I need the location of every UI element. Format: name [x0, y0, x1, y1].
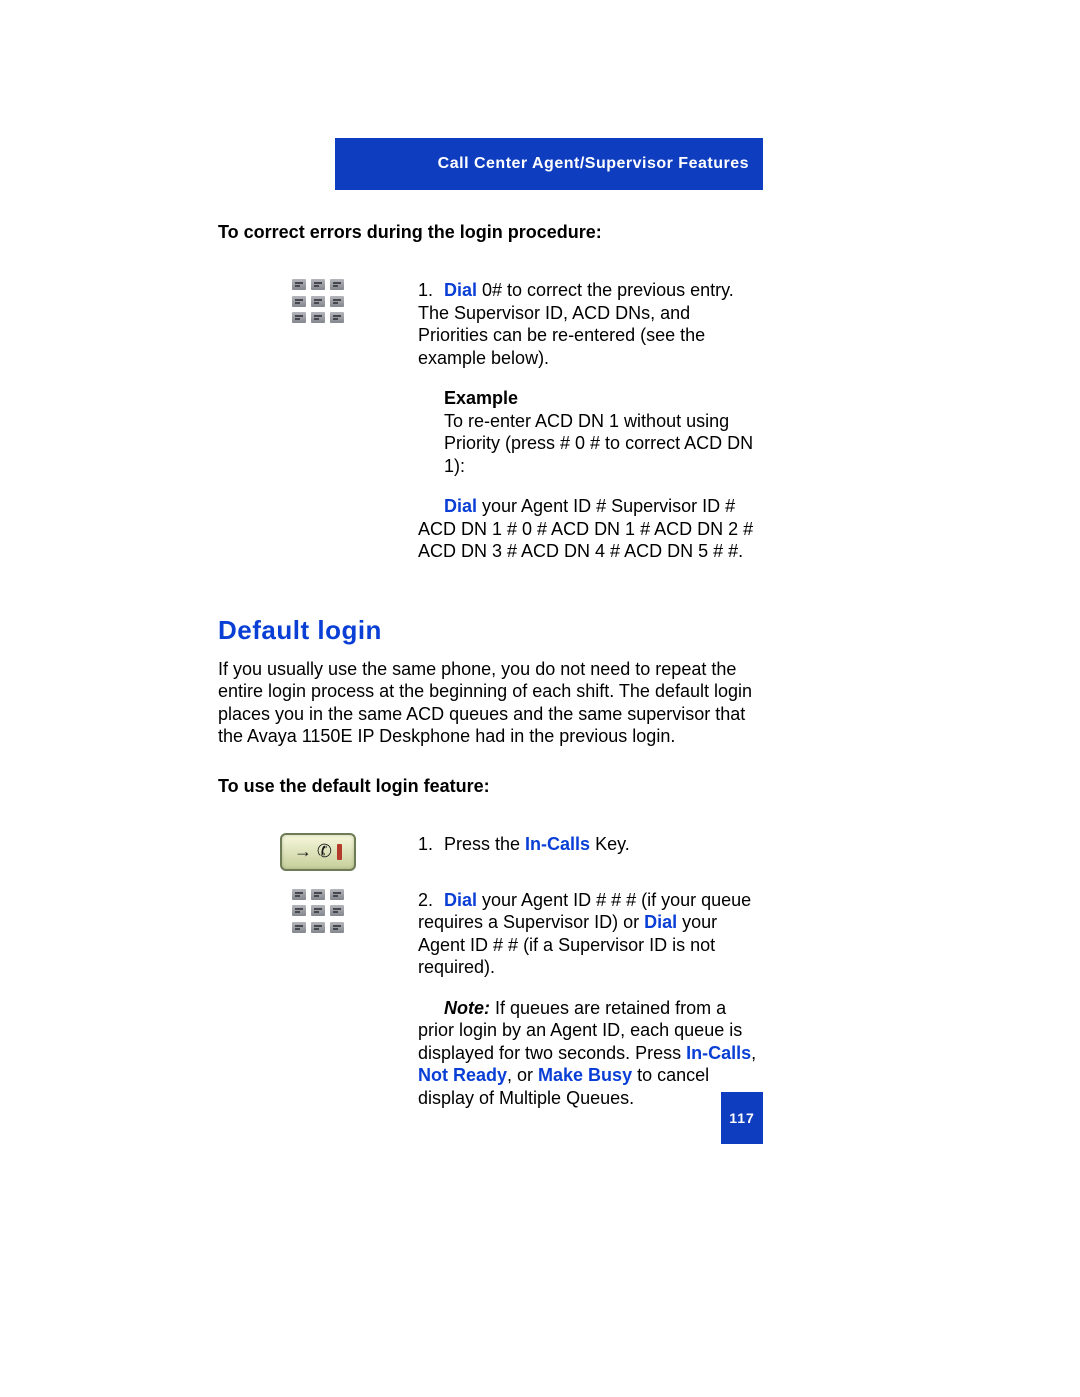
step-text: 1.Press the In-Calls Key. [418, 833, 764, 856]
sep: , [751, 1043, 756, 1063]
procedure-heading-1: To correct errors during the login proce… [218, 222, 764, 243]
step-row: 2.Dial your Agent ID # # # (if your queu… [218, 889, 764, 1110]
dial-keyword: Dial [644, 912, 677, 932]
section-title: Default login [218, 615, 764, 646]
note-block: Note: If queues are retained from a prio… [418, 997, 764, 1110]
note-label: Note: [444, 998, 490, 1018]
icon-column [218, 889, 418, 933]
sep: , or [507, 1065, 538, 1085]
procedure-heading-2: To use the default login feature: [218, 776, 764, 797]
text-pre: Press the [444, 834, 525, 854]
chapter-header: Call Center Agent/Supervisor Features [335, 138, 763, 190]
in-calls-keyword: In-Calls [525, 834, 590, 854]
handset-icon: ✆ [315, 840, 334, 863]
step-row: 1.Dial 0# to correct the previous entry.… [218, 279, 764, 563]
in-calls-button-icon: → ✆ [280, 833, 356, 871]
dial-keyword: Dial [444, 890, 477, 910]
arrow-right-icon: → [294, 841, 312, 862]
in-calls-keyword: In-Calls [686, 1043, 751, 1063]
icon-column: → ✆ [218, 833, 418, 871]
keypad-icon [292, 889, 344, 933]
keypad-icon [292, 279, 344, 323]
step-number: 2. [418, 889, 444, 912]
page-number-value: 117 [729, 1110, 755, 1126]
text-post: Key. [590, 834, 630, 854]
document-page: Call Center Agent/Supervisor Features To… [0, 0, 1080, 1397]
step-number: 1. [418, 279, 444, 302]
step-text: 2.Dial your Agent ID # # # (if your queu… [418, 889, 764, 1110]
example-label: Example [444, 388, 518, 408]
red-indicator-icon [337, 844, 342, 860]
step-1: 1.Dial 0# to correct the previous entry.… [418, 279, 764, 369]
step-2: 2.Dial your Agent ID # # # (if your queu… [418, 889, 764, 979]
chapter-title: Call Center Agent/Supervisor Features [438, 155, 749, 173]
make-busy-keyword: Make Busy [538, 1065, 632, 1085]
icon-column [218, 279, 418, 323]
section-body: If you usually use the same phone, you d… [218, 658, 764, 748]
example-line1: To re-enter ACD DN 1 without using Prior… [444, 410, 764, 478]
page-number: 117 [721, 1092, 763, 1144]
step-number: 1. [418, 833, 444, 856]
step-text: 1.Dial 0# to correct the previous entry.… [418, 279, 764, 563]
step-row: → ✆ 1.Press the In-Calls Key. [218, 833, 764, 871]
not-ready-keyword: Not Ready [418, 1065, 507, 1085]
dial-keyword: Dial [444, 496, 477, 516]
dial-keyword: Dial [444, 280, 477, 300]
page-content: To correct errors during the login proce… [218, 222, 764, 1127]
